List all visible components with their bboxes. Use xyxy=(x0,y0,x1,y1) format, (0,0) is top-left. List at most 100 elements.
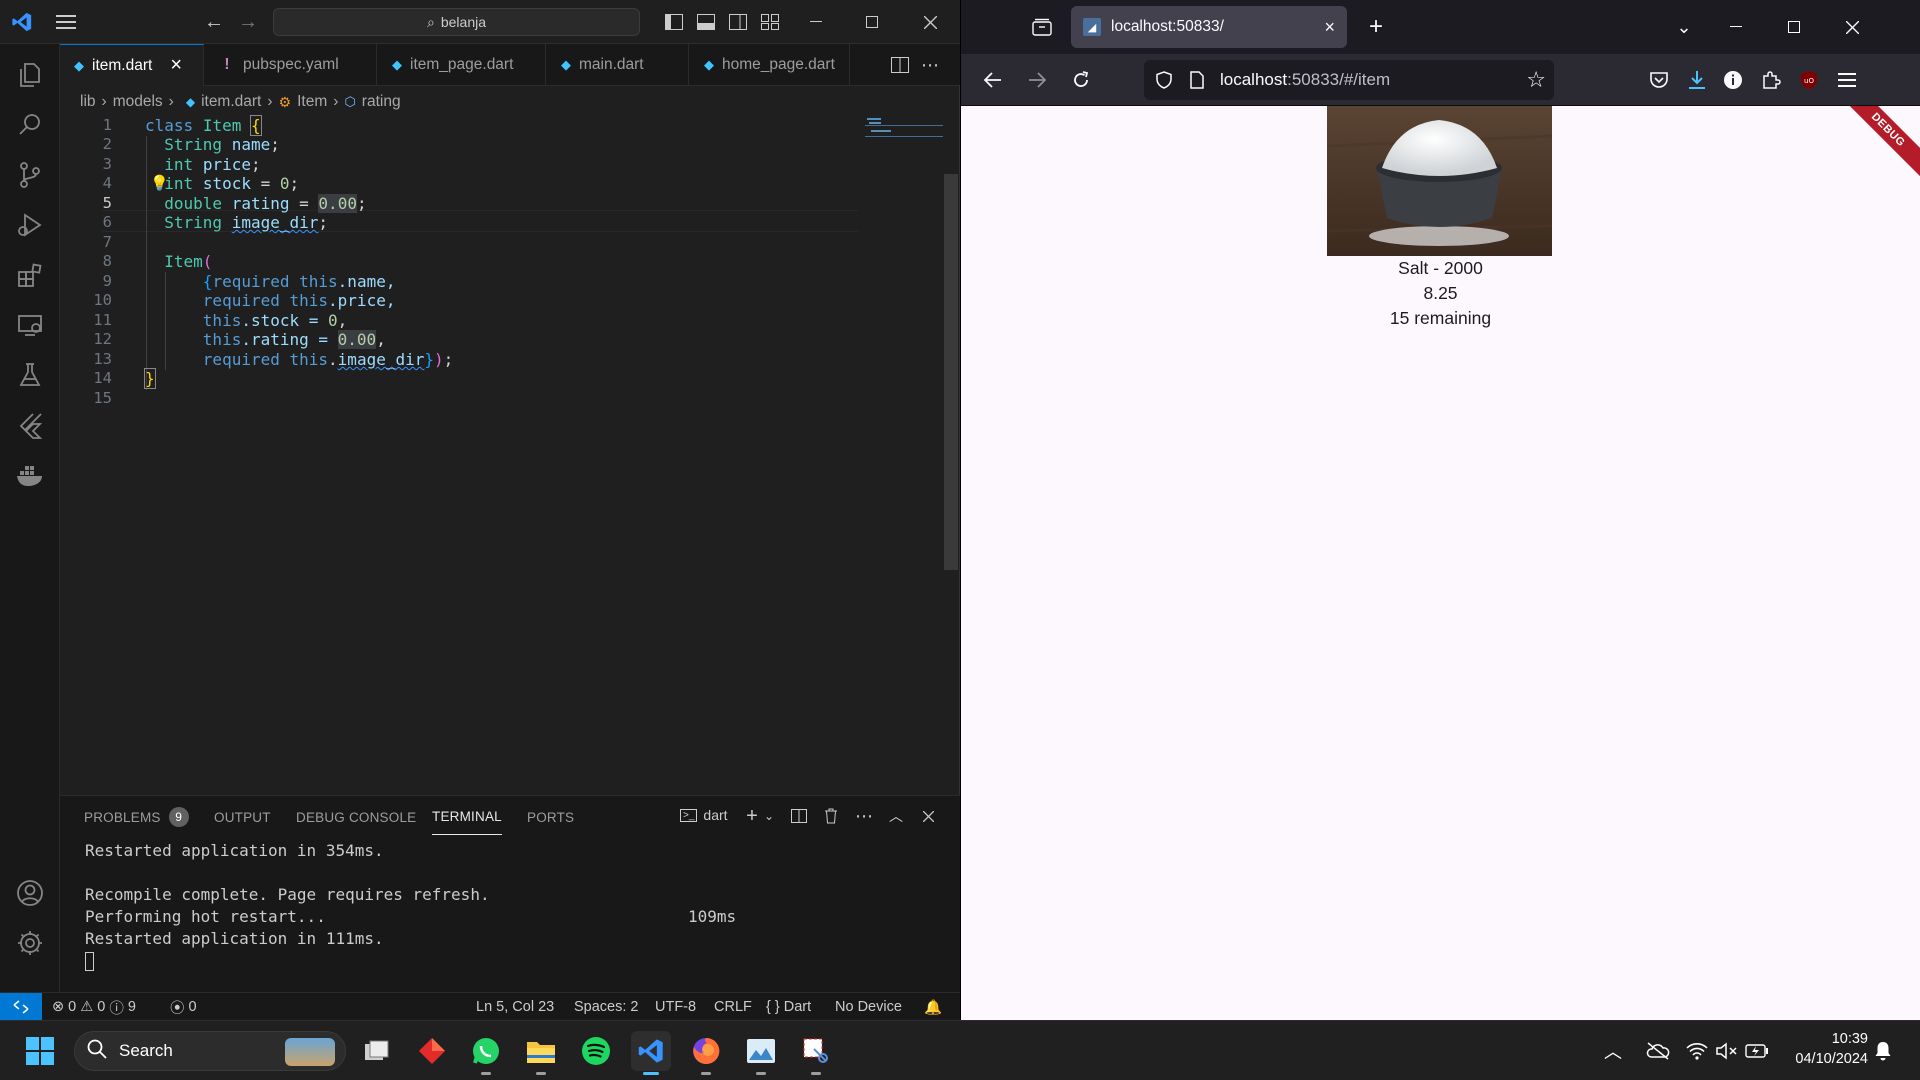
breadcrumb-field[interactable]: rating xyxy=(362,93,401,111)
page-info-icon[interactable] xyxy=(1188,71,1206,89)
minimize-icon[interactable] xyxy=(802,8,830,36)
back-arrow-icon[interactable]: ← xyxy=(200,8,228,36)
settings-gear-icon[interactable] xyxy=(0,918,60,968)
close-panel-icon[interactable] xyxy=(916,804,940,828)
pocket-icon[interactable] xyxy=(1645,66,1673,94)
remote-indicator-icon[interactable] xyxy=(0,993,42,1021)
toggle-primary-sidebar-icon[interactable] xyxy=(660,8,688,36)
vscode-taskbar-icon[interactable] xyxy=(631,1031,671,1075)
battery-charging-icon[interactable] xyxy=(1742,1031,1772,1071)
windows-start-icon[interactable] xyxy=(20,1031,60,1071)
whatsapp-icon[interactable] xyxy=(466,1031,506,1075)
testing-icon[interactable] xyxy=(0,350,60,400)
onedrive-offline-icon[interactable] xyxy=(1643,1031,1673,1071)
code-editor[interactable]: 1 2 3 4 5 6 7 8 9 10 11 12 13 14 15 clas… xyxy=(60,114,944,794)
menu-icon[interactable] xyxy=(52,8,80,36)
forward-arrow-icon[interactable]: → xyxy=(234,8,262,36)
app-icon-red-diamond[interactable] xyxy=(412,1031,452,1071)
taskbar-search[interactable]: Search xyxy=(74,1031,346,1071)
source-control-icon[interactable] xyxy=(0,150,60,200)
downloads-icon[interactable] xyxy=(1683,66,1711,94)
encoding-status[interactable]: UTF-8 xyxy=(655,993,696,1021)
bookmark-star-icon[interactable]: ☆ xyxy=(1526,67,1546,93)
volume-muted-icon[interactable] xyxy=(1712,1031,1742,1071)
extensions-puzzle-icon[interactable] xyxy=(1757,66,1785,94)
docker-icon[interactable] xyxy=(0,450,60,500)
tab-problems[interactable]: PROBLEMS 9 xyxy=(84,796,189,838)
problems-status[interactable]: ⊗ 0 ⚠ 0 ⓘ 9 xyxy=(52,993,136,1021)
toggle-panel-icon[interactable] xyxy=(692,8,720,36)
maximize-icon[interactable] xyxy=(858,8,886,36)
eol-status[interactable]: CRLF xyxy=(714,993,752,1021)
tab-home-page-dart[interactable]: ◆ home_page.dart xyxy=(690,44,850,86)
search-sidebar-icon[interactable] xyxy=(0,100,60,150)
remote-explorer-icon[interactable] xyxy=(0,300,60,350)
accounts-icon[interactable] xyxy=(0,868,60,918)
spotify-icon[interactable] xyxy=(576,1031,616,1071)
tab-terminal[interactable]: TERMINAL xyxy=(432,799,502,835)
split-editor-icon[interactable] xyxy=(886,51,914,79)
tab-close-icon[interactable]: × xyxy=(170,54,182,77)
ublock-origin-icon[interactable]: uO xyxy=(1795,66,1823,94)
tab-close-icon[interactable]: × xyxy=(1324,17,1335,38)
tab-item-page-dart[interactable]: ◆ item_page.dart xyxy=(378,44,546,86)
run-debug-icon[interactable] xyxy=(0,200,60,250)
indentation-status[interactable]: Spaces: 2 xyxy=(574,993,639,1021)
more-actions-icon[interactable]: ⋯ xyxy=(852,804,876,828)
url-bar[interactable]: localhost:50833/#/item ☆ xyxy=(1144,60,1554,100)
breadcrumb-models[interactable]: models xyxy=(113,93,163,111)
forward-arrow-icon[interactable] xyxy=(1023,66,1051,94)
editor-scrollbar[interactable] xyxy=(944,174,958,570)
cursor-position[interactable]: Ln 5, Col 23 xyxy=(476,993,554,1021)
firefox-taskbar-icon[interactable] xyxy=(686,1031,726,1075)
task-view-icon[interactable] xyxy=(357,1031,397,1071)
breadcrumb-file[interactable]: item.dart xyxy=(201,93,261,111)
extensions-icon[interactable] xyxy=(0,250,60,300)
system-clock[interactable]: 10:39 04/10/2024 xyxy=(1795,1029,1868,1069)
maximize-icon[interactable] xyxy=(1781,14,1807,40)
minimize-icon[interactable] xyxy=(1723,14,1749,40)
tab-output[interactable]: OUTPUT xyxy=(214,796,271,838)
new-tab-plus-icon[interactable]: + xyxy=(1363,13,1389,40)
tab-main-dart[interactable]: ◆ main.dart xyxy=(547,44,689,86)
firefox-view-icon[interactable] xyxy=(1029,14,1055,40)
maximize-panel-icon[interactable]: ︿ xyxy=(884,804,908,828)
split-terminal-icon[interactable] xyxy=(787,804,811,828)
toggle-secondary-sidebar-icon[interactable] xyxy=(724,8,752,36)
tab-item-dart[interactable]: ◆ item.dart × xyxy=(60,44,204,86)
snipping-tool-icon[interactable] xyxy=(796,1031,836,1075)
back-arrow-icon[interactable] xyxy=(979,66,1007,94)
more-actions-icon[interactable]: ⋯ xyxy=(916,51,944,79)
explorer-icon[interactable] xyxy=(0,50,60,100)
tab-pubspec-yaml[interactable]: ! pubspec.yaml xyxy=(205,44,377,86)
extension-info-icon[interactable] xyxy=(1719,66,1747,94)
device-selector[interactable]: No Device xyxy=(835,993,902,1021)
customize-layout-icon[interactable] xyxy=(756,8,784,36)
image-viewer-icon[interactable] xyxy=(741,1031,781,1075)
lightbulb-icon[interactable]: 💡 xyxy=(150,174,169,192)
chevron-down-icon[interactable]: ⌄ xyxy=(760,804,778,828)
list-all-tabs-chevron-icon[interactable]: ⌄ xyxy=(1671,14,1697,40)
terminal-selector[interactable]: >_ dart xyxy=(680,807,728,823)
breadcrumb-class[interactable]: Item xyxy=(297,93,327,111)
minimap[interactable] xyxy=(865,114,945,174)
trash-icon[interactable] xyxy=(819,804,843,828)
notifications-bell-icon[interactable]: 🔔 xyxy=(924,993,942,1021)
tab-ports[interactable]: PORTS xyxy=(527,796,574,838)
terminal-cursor[interactable] xyxy=(85,952,94,971)
language-mode[interactable]: { } Dart xyxy=(766,993,811,1021)
forwarded-ports-status[interactable]: ⦿ 0 xyxy=(170,993,197,1021)
breadcrumb-lib[interactable]: lib xyxy=(80,93,96,111)
reload-icon[interactable] xyxy=(1067,66,1095,94)
command-center-search[interactable]: ⌕ belanja xyxy=(273,8,640,36)
close-icon[interactable] xyxy=(1839,14,1865,40)
app-menu-hamburger-icon[interactable] xyxy=(1833,66,1861,94)
tab-debug-console[interactable]: DEBUG CONSOLE xyxy=(296,796,416,838)
wifi-icon[interactable] xyxy=(1682,1031,1712,1071)
notifications-bell-icon[interactable] xyxy=(1868,1031,1898,1071)
close-icon[interactable] xyxy=(916,8,944,36)
file-explorer-icon[interactable] xyxy=(521,1031,561,1075)
flutter-icon[interactable] xyxy=(0,400,60,450)
tracking-shield-icon[interactable] xyxy=(1154,71,1174,89)
show-hidden-icons-chevron-icon[interactable]: ︿ xyxy=(1598,1031,1628,1071)
